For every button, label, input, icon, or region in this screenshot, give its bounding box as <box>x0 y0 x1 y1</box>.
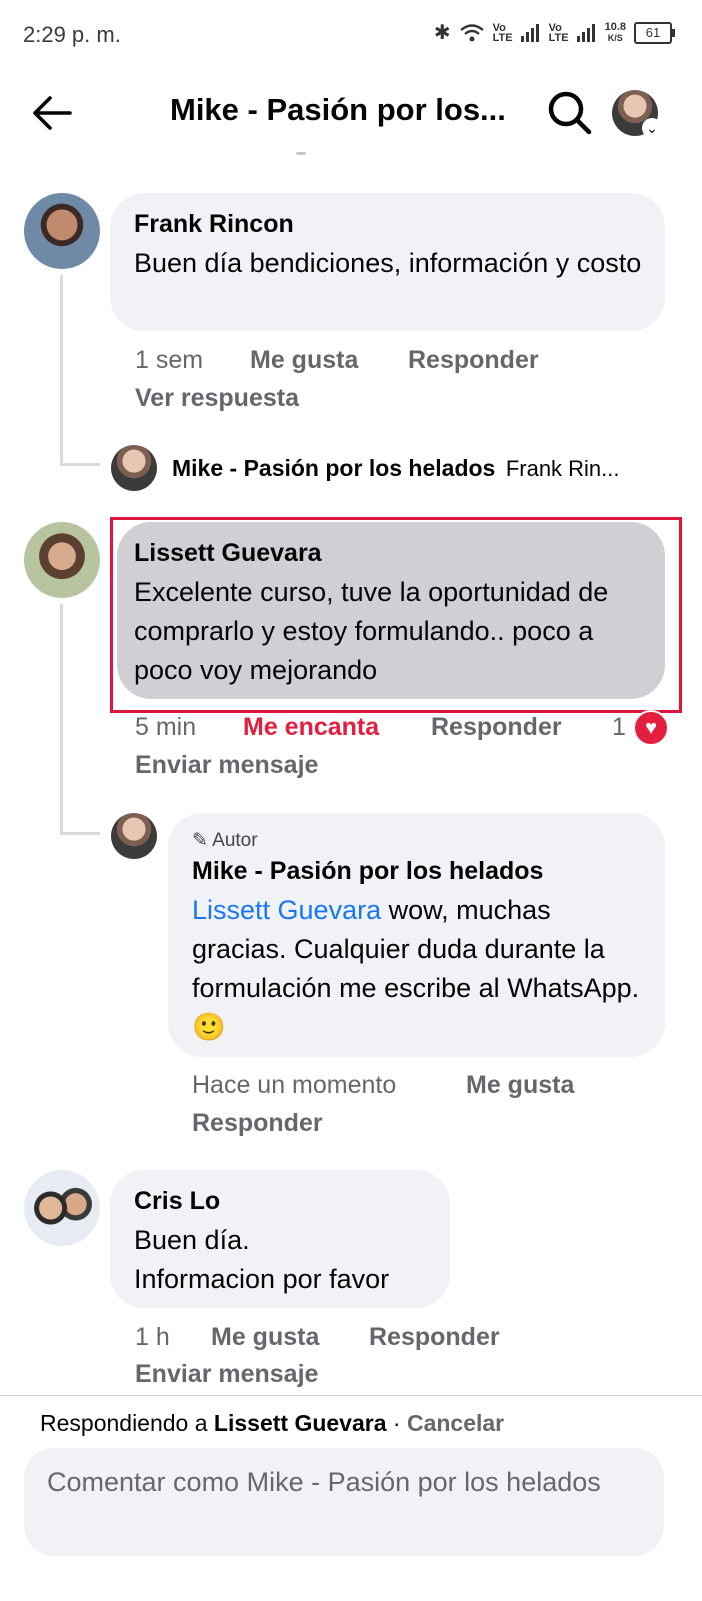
thread-line <box>60 832 100 835</box>
reply-button[interactable]: Responder <box>408 346 539 375</box>
avatar[interactable] <box>24 1170 100 1246</box>
search-button[interactable] <box>545 88 595 138</box>
reply-preview[interactable]: Mike - Pasión por los helados Frank Rin.… <box>172 455 662 482</box>
comment-input-placeholder: Comentar como Mike - Pasión por los hela… <box>47 1467 601 1497</box>
arrow-left-icon <box>33 96 72 130</box>
like-button[interactable]: Me gusta <box>250 346 358 375</box>
view-replies-link[interactable]: Ver respuesta <box>135 384 299 413</box>
search-icon <box>548 91 592 135</box>
comment-text: Excelente curso, tuve la oportunidad de … <box>134 577 609 685</box>
comment-time: 5 min <box>135 713 197 741</box>
thread-line <box>60 463 100 466</box>
heart-icon: ♥ <box>633 710 669 746</box>
reply-button[interactable]: Responder <box>192 1109 323 1138</box>
comment-time: Hace un momento <box>192 1071 397 1099</box>
thread-line <box>60 275 63 465</box>
comment-time: 1 sem <box>135 346 204 374</box>
reply-bubble[interactable]: ✎ Autor Mike - Pasión por los helados Li… <box>168 813 665 1057</box>
reply-button[interactable]: Responder <box>369 1323 500 1352</box>
reaction-count[interactable]: 1 <box>612 713 626 742</box>
comment-text: Lissett Guevara wow, muchas gracias. Cua… <box>192 895 640 1042</box>
like-button[interactable]: Me gusta <box>211 1323 319 1352</box>
comment-bubble[interactable]: Cris Lo Buen día. Informacion por favor <box>110 1170 450 1308</box>
cancel-reply-button[interactable]: Cancelar <box>407 1410 504 1436</box>
love-reaction-button[interactable]: Me encanta <box>243 713 379 742</box>
send-message-link[interactable]: Enviar mensaje <box>135 1360 318 1389</box>
comment-author[interactable]: Frank Rincon <box>134 210 294 239</box>
net-speed: 10.8 K/S <box>604 20 626 43</box>
status-time: 2:29 p. m. <box>23 22 121 47</box>
scroll-indicator <box>296 152 306 155</box>
avatar[interactable] <box>111 445 157 491</box>
replying-to-name: Lissett Guevara <box>213 1410 387 1436</box>
send-message-link[interactable]: Enviar mensaje <box>135 751 318 780</box>
comment-bubble[interactable]: Lissett Guevara Excelente curso, tuve la… <box>117 522 665 699</box>
comment-author[interactable]: Cris Lo <box>134 1187 220 1216</box>
mention-link[interactable]: Lissett Guevara <box>192 895 381 925</box>
reply-button[interactable]: Responder <box>431 713 562 742</box>
avatar[interactable] <box>111 813 157 859</box>
replying-indicator: Respondiendo a Lissett Guevara · Cancela… <box>40 1410 505 1436</box>
back-button[interactable] <box>30 90 76 136</box>
comment-author[interactable]: Lissett Guevara <box>134 539 322 568</box>
wifi-icon <box>459 23 484 41</box>
author-badge: ✎ Autor <box>192 830 258 851</box>
reply-preview-author: Mike - Pasión por los helados <box>172 455 496 481</box>
pencil-icon: ✎ <box>192 830 208 851</box>
bluetooth-icon: ✱ <box>433 22 451 44</box>
chevron-down-icon: ⌄ <box>642 118 662 138</box>
like-button[interactable]: Me gusta <box>466 1071 574 1100</box>
avatar[interactable] <box>24 193 100 269</box>
status-icons: ✱ Vo LTE Vo LTE 10.8 K/S 61 <box>433 20 675 45</box>
volte-icon: Vo LTE <box>492 21 513 44</box>
volte-icon-2: Vo LTE <box>548 21 569 44</box>
comment-input[interactable]: Comentar como Mike - Pasión por los hela… <box>24 1448 664 1556</box>
page-title: Mike - Pasión por los... <box>170 92 506 127</box>
comment-text: Buen día bendiciones, información y cost… <box>134 248 642 278</box>
comment-text-line: Buen día. <box>134 1225 250 1255</box>
battery-icon: 61 <box>634 21 675 44</box>
comment-bubble[interactable]: Frank Rincon Buen día bendiciones, infor… <box>110 193 665 331</box>
profile-switch-button[interactable]: ⌄ <box>612 90 662 138</box>
comment-time: 1 h <box>135 1323 170 1351</box>
avatar[interactable] <box>24 522 100 598</box>
comment-author[interactable]: Mike - Pasión por los helados <box>192 857 543 886</box>
signal-icon-2 <box>576 23 595 42</box>
thread-line <box>60 604 63 834</box>
signal-icon <box>520 23 539 42</box>
reply-preview-snippet: Frank Rin... <box>505 456 620 481</box>
comment-text-line: Informacion por favor <box>134 1264 390 1294</box>
